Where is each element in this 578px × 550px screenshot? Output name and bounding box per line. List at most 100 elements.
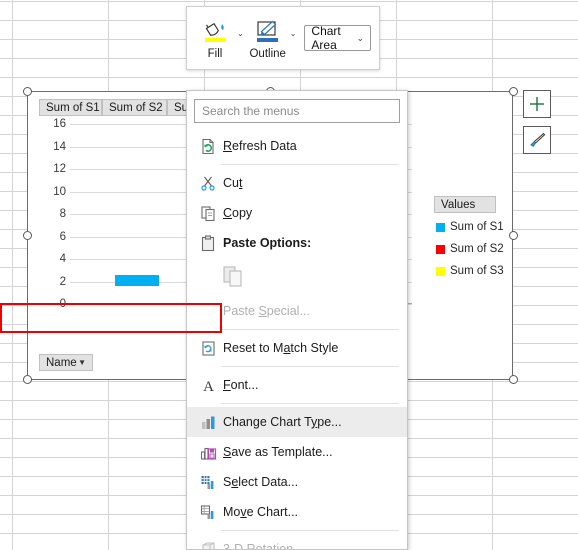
menu-item-move-chart[interactable]: Move Chart... [187,497,407,527]
rotation-3d-icon [195,538,221,549]
menu-separator [221,403,399,404]
menu-item-label: Cut [223,176,243,190]
outline-label: Outline [249,48,286,60]
menu-item-paste-special: Paste Special... [187,296,407,326]
y-axis-tick-label: 8 [59,208,66,220]
plus-icon [530,97,544,111]
legend-field-button-label: Values [441,198,476,211]
reset-style-icon [195,337,221,359]
menu-item-copy[interactable]: Copy [187,198,407,228]
svg-text:A: A [203,379,214,394]
legend-label: Sum of S3 [450,265,504,277]
y-axis-tick-label: 16 [53,118,66,130]
y-axis-tick-label: 10 [53,185,66,198]
menu-separator [221,366,399,367]
legend-swatch [436,266,445,276]
outline-dropdown-caret-icon[interactable]: ⌄ [290,29,297,47]
field-button-sum-of-s2[interactable]: Sum of S2 [102,99,167,116]
resize-handle-top-right[interactable] [509,87,518,96]
menu-item-label: Font... [223,378,259,392]
legend-swatch [436,222,445,232]
menu-item-label: Copy [223,206,253,220]
menu-item-label: Select Data... [223,475,299,489]
y-axis: 16 14 12 10 8 6 4 2 0 [40,118,66,322]
copy-icon [195,202,221,224]
y-axis-tick-label: 6 [59,230,66,243]
menu-item-label: Change Chart Type... [223,415,342,429]
legend-label: Sum of S1 [450,221,504,233]
outline-pen-icon [257,20,279,42]
menu-item-label: Refresh Data [223,139,297,153]
menu-separator [221,329,399,330]
search-the-menus-input[interactable]: Search the menus [194,99,400,123]
menu-item-paste-options[interactable]: Paste Options: [187,228,407,258]
refresh-data-icon [195,135,221,157]
menu-item-3-d-rotation: 3-D Rotation... [187,534,407,550]
chart-element-selector-value: Chart Area [311,24,341,52]
search-placeholder: Search the menus [202,104,300,118]
fill-dropdown-caret-icon[interactable]: ⌄ [237,29,244,47]
menu-item-label: Paste Options: [223,236,312,250]
menu-item-refresh-data[interactable]: Refresh Data [187,131,407,161]
chart-bar[interactable] [115,274,160,286]
paste-keep-formatting-icon [223,266,242,287]
menu-item-label: 3-D Rotation... [223,542,304,550]
move-chart-icon [195,501,221,523]
menu-item-label: Save as Template... [223,445,333,459]
paintbrush-icon [529,132,545,147]
legend-field-button-values[interactable]: Values [434,196,496,213]
select-data-icon [195,471,221,493]
menu-item-select-data[interactable]: Select Data... [187,467,407,497]
fill-button[interactable]: Fill [195,16,235,60]
axis-field-button-label: Name [46,356,77,369]
legend-swatch [436,244,445,254]
chart-elements-button[interactable] [523,90,551,118]
y-axis-tick-label: 4 [59,253,66,265]
menu-item-change-chart-type[interactable]: Change Chart Type... [187,407,407,437]
resize-handle-bottom-left[interactable] [23,375,32,384]
y-axis-tick-label: 12 [53,163,66,175]
menu-item-cut[interactable]: Cut [187,168,407,198]
paste-icon [195,232,221,254]
chart-element-selector[interactable]: Chart Area ⌄ [304,24,371,52]
fill-label: Fill [207,48,223,60]
none [195,300,221,322]
legend-item: Sum of S1 [436,216,508,238]
menu-item-label: Move Chart... [223,505,299,519]
chart-styles-button[interactable] [523,126,551,154]
field-button-sum-of-s1[interactable]: Sum of S1 [39,99,102,116]
outline-button[interactable]: Outline [248,16,288,60]
font-a-icon: A [195,374,221,396]
mini-toolbar[interactable]: Fill ⌄ Outline ⌄ Chart Area ⌄ [186,6,380,70]
change-chart-type-icon [195,411,221,433]
fill-bucket-icon [204,22,226,42]
menu-separator [221,164,399,165]
y-axis-tick-label: 2 [59,275,66,288]
chart-legend: Sum of S1 Sum of S2 Sum of S3 [436,216,508,282]
chevron-down-icon: ⌄ [356,32,364,43]
legend-item: Sum of S2 [436,238,508,260]
menu-item-font[interactable]: A Font... [187,370,407,400]
field-button-label: Sum of S2 [109,101,163,114]
resize-handle-middle-left[interactable] [23,231,32,240]
context-menu-items: Refresh Data Cut Copy Paste Options: Paste S… [187,131,407,550]
menu-item-save-as-template[interactable]: Save as Template... [187,437,407,467]
axis-field-button-name[interactable]: Name ▼ [39,354,93,371]
resize-handle-middle-right[interactable] [509,231,518,240]
resize-handle-top-left[interactable] [23,87,32,96]
save-as-template-icon [195,441,221,463]
menu-item-reset-to-match-style[interactable]: Reset to Match Style [187,333,407,363]
legend-item: Sum of S3 [436,260,508,282]
menu-item-label: Paste Special... [223,304,310,318]
menu-item-label: Reset to Match Style [223,341,339,355]
field-button-label: Sum of S1 [46,101,100,114]
y-axis-tick-label: 14 [53,140,66,153]
resize-handle-bottom-right[interactable] [509,375,518,384]
cut-scissors-icon [195,172,221,194]
menu-separator [221,530,399,531]
grid-column-line [12,0,13,550]
chart-context-menu[interactable]: Search the menus Refresh Data Cut Copy Past… [186,90,408,550]
legend-label: Sum of S2 [450,243,504,255]
paste-option-button[interactable] [187,258,407,296]
chevron-down-icon: ▼ [78,357,86,367]
